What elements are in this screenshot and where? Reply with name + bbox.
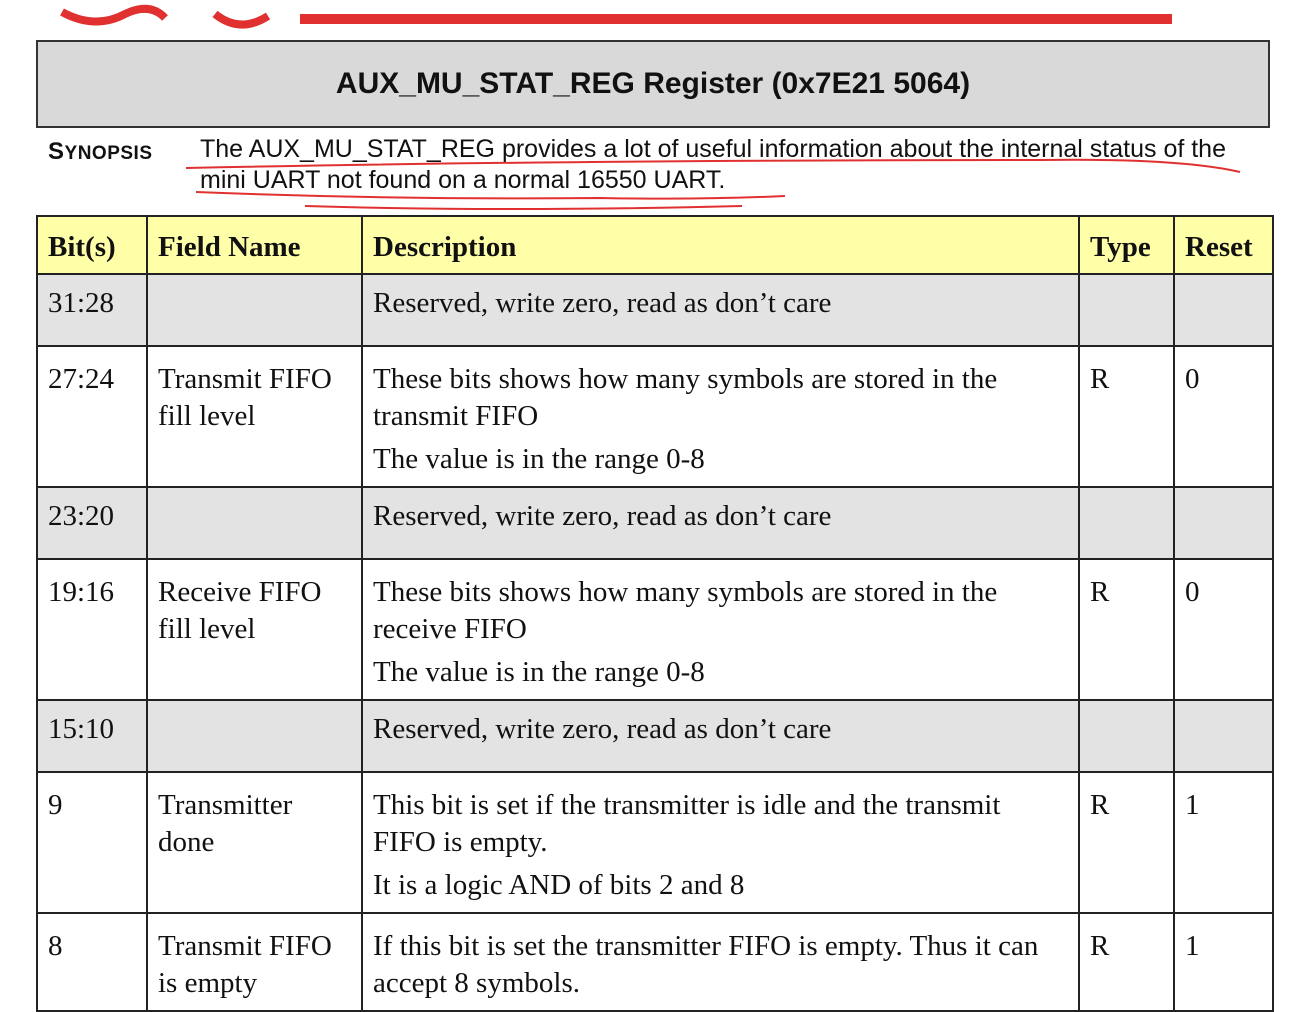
cell-bits: 9 [36, 771, 148, 914]
cell-reset: 1 [1173, 912, 1274, 1012]
cell-type [1078, 699, 1175, 773]
table-row: 23:20 Reserved, write zero, read as don’… [36, 486, 1274, 560]
header-type: Type [1078, 215, 1175, 275]
header-bits: Bit(s) [36, 215, 148, 275]
cell-reset [1173, 273, 1274, 347]
cell-field: Transmitter done [146, 771, 363, 914]
cell-bits: 8 [36, 912, 148, 1012]
cell-field: Transmit FIFO is empty [146, 912, 363, 1012]
cell-bits: 27:24 [36, 345, 148, 488]
cell-type: R [1078, 345, 1175, 488]
synopsis-label: SYNOPSIS [48, 138, 153, 165]
description-text: This bit is set if the transmitter is id… [373, 789, 1001, 858]
cell-bits: 31:28 [36, 273, 148, 347]
header-description: Description [361, 215, 1080, 275]
cell-description: Reserved, write zero, read as don’t care [361, 486, 1080, 560]
cell-type: R [1078, 558, 1175, 701]
table-row: 9 Transmitter done This bit is set if th… [36, 771, 1274, 914]
cell-bits: 19:16 [36, 558, 148, 701]
cell-description: This bit is set if the transmitter is id… [361, 771, 1080, 914]
cell-reset [1173, 699, 1274, 773]
cell-bits: 23:20 [36, 486, 148, 560]
logo-fragment [60, 4, 1172, 29]
cell-description: Reserved, write zero, read as don’t care [361, 273, 1080, 347]
cell-description: These bits shows how many symbols are st… [361, 558, 1080, 701]
description-note: It is a logic AND of bits 2 and 8 [373, 869, 745, 901]
synopsis-text: The AUX_MU_STAT_REG provides a lot of us… [200, 135, 1226, 194]
cell-reset: 1 [1173, 771, 1274, 914]
header-field-name: Field Name [146, 215, 363, 275]
table-header-row: Bit(s) Field Name Description Type Reset [36, 215, 1274, 275]
description-note: The value is in the range 0-8 [373, 656, 705, 688]
description-text: These bits shows how many symbols are st… [373, 576, 998, 645]
cell-type [1078, 486, 1175, 560]
table-row: 19:16 Receive FIFO fill level These bits… [36, 558, 1274, 701]
cell-description: These bits shows how many symbols are st… [361, 345, 1080, 488]
cell-field [146, 699, 363, 773]
cell-reset [1173, 486, 1274, 560]
cell-type: R [1078, 912, 1175, 1012]
register-fields-table: Bit(s) Field Name Description Type Reset… [36, 215, 1274, 1012]
table-row: 15:10 Reserved, write zero, read as don’… [36, 699, 1274, 773]
register-title-box: AUX_MU_STAT_REG Register (0x7E21 5064) [36, 40, 1270, 128]
table-row: 8 Transmit FIFO is empty If this bit is … [36, 912, 1274, 1012]
register-title: AUX_MU_STAT_REG Register (0x7E21 5064) [335, 67, 971, 100]
cell-field [146, 273, 363, 347]
cell-reset: 0 [1173, 558, 1274, 701]
cell-reset: 0 [1173, 345, 1274, 488]
table-row: 31:28 Reserved, write zero, read as don’… [36, 273, 1274, 347]
cell-bits: 15:10 [36, 699, 148, 773]
cell-type: R [1078, 771, 1175, 914]
description-note: The value is in the range 0-8 [373, 443, 705, 475]
header-reset: Reset [1173, 215, 1274, 275]
description-text: These bits shows how many symbols are st… [373, 363, 998, 432]
cell-description: Reserved, write zero, read as don’t care [361, 699, 1080, 773]
cell-field: Transmit FIFO fill level [146, 345, 363, 488]
table-row: 27:24 Transmit FIFO fill level These bit… [36, 345, 1274, 488]
cell-type [1078, 273, 1175, 347]
cell-field: Receive FIFO fill level [146, 558, 363, 701]
cell-description: If this bit is set the transmitter FIFO … [361, 912, 1080, 1012]
cell-field [146, 486, 363, 560]
